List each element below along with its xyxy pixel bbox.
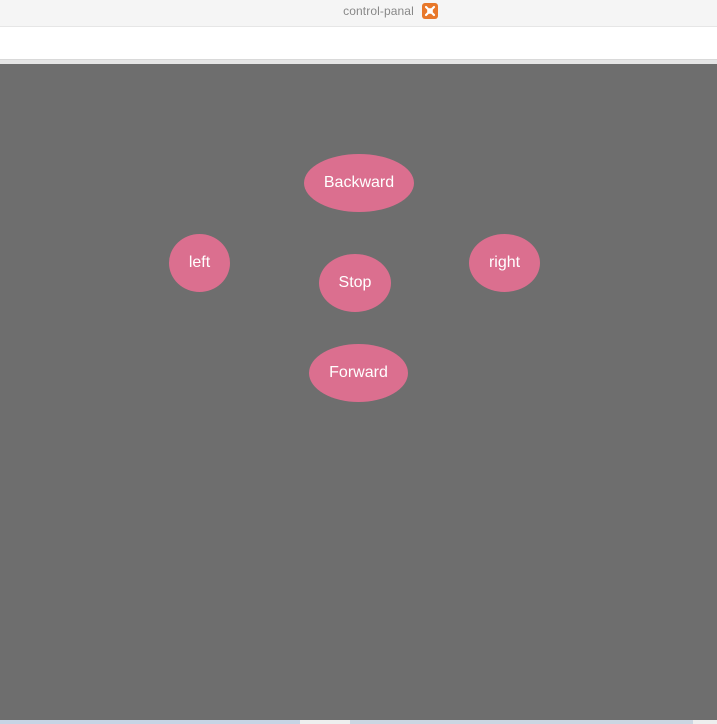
stop-button[interactable]: Stop	[319, 254, 391, 312]
address-bar[interactable]	[0, 27, 717, 60]
taskbar-segment	[350, 720, 693, 724]
taskbar-segment	[300, 720, 350, 724]
taskbar-strip	[0, 720, 717, 724]
backward-button[interactable]: Backward	[304, 154, 414, 212]
right-button[interactable]: right	[469, 234, 540, 292]
taskbar-segment	[0, 720, 300, 724]
window-titlebar: control-panal	[0, 0, 717, 27]
xampp-icon	[421, 3, 438, 19]
window-title: control-panal	[343, 4, 414, 18]
window-title-group: control-panal	[0, 0, 717, 22]
address-input[interactable]	[0, 27, 717, 59]
control-panel: Backward left Stop right Forward	[0, 64, 717, 720]
left-button[interactable]: left	[169, 234, 230, 292]
taskbar-segment	[693, 720, 717, 724]
forward-button[interactable]: Forward	[309, 344, 408, 402]
